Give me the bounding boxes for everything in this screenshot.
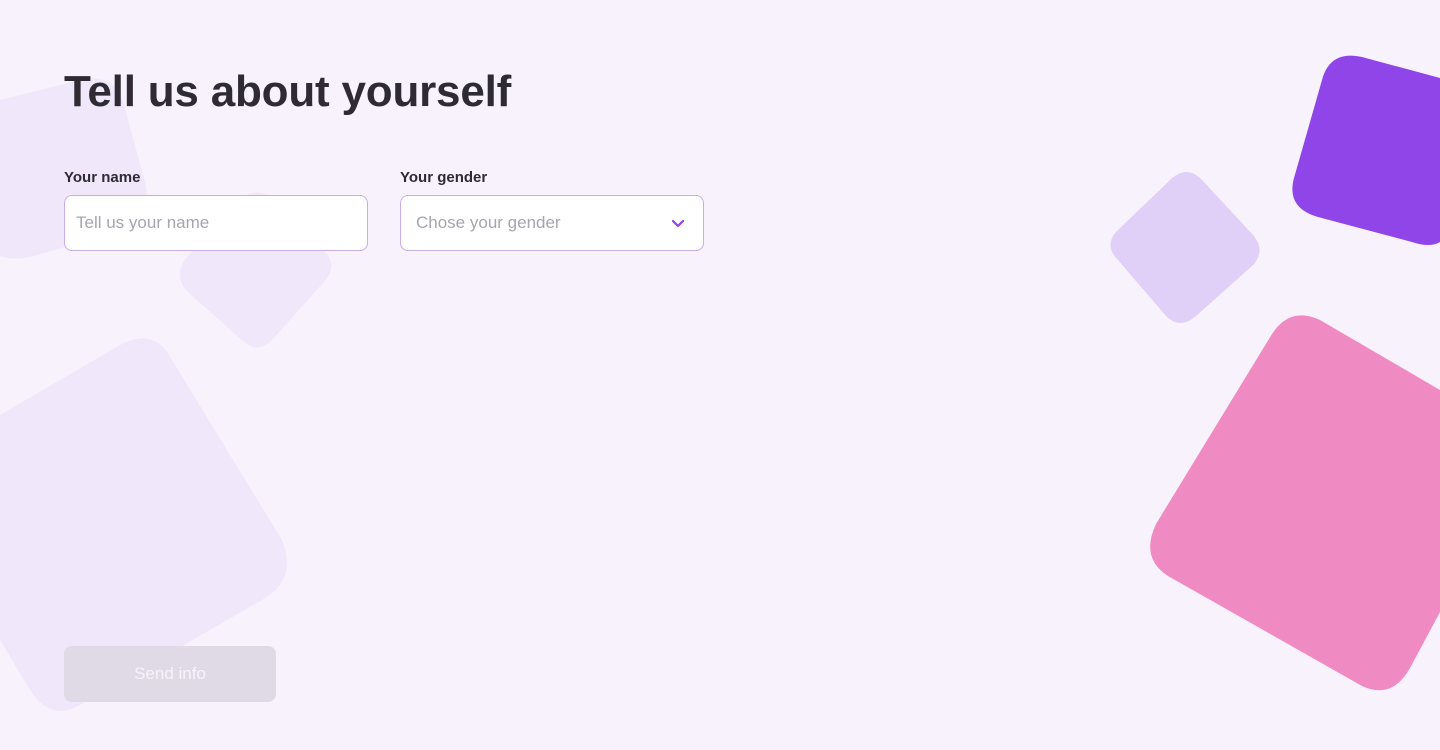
send-info-button[interactable]: Send info: [64, 646, 276, 702]
page-title: Tell us about yourself: [64, 67, 512, 116]
chevron-down-icon: [670, 215, 686, 231]
name-field-group: Your name: [64, 170, 368, 251]
name-field-label: Your name: [64, 169, 141, 186]
registration-form-page: Tell us about yourself Your name Your ge…: [0, 0, 1440, 750]
name-input[interactable]: [64, 195, 368, 251]
gender-field-label: Your gender: [400, 169, 488, 186]
gender-select[interactable]: Chose your gender: [400, 195, 704, 251]
gender-field-group: Your gender Chose your gender: [400, 170, 704, 251]
gender-select-value: Chose your gender: [416, 213, 561, 232]
